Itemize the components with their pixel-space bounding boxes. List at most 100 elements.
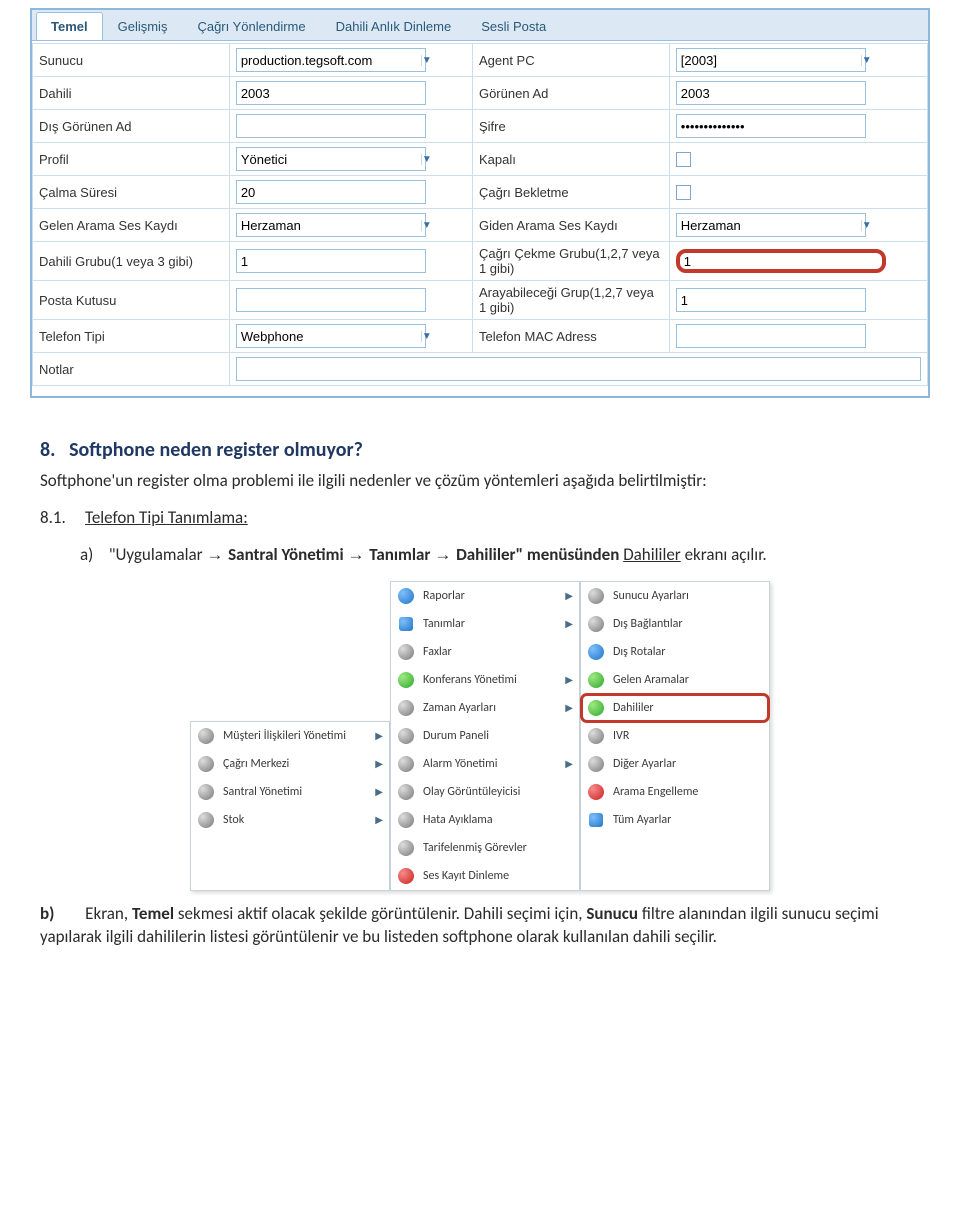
menu-item[interactable]: Faxlar bbox=[391, 638, 579, 666]
menu-item[interactable]: Ses Kayıt Dinleme bbox=[391, 862, 579, 890]
field-arayagrp[interactable] bbox=[676, 288, 866, 312]
field-gidenses[interactable]: ▼ bbox=[676, 213, 866, 237]
dropdown-icon[interactable]: ▼ bbox=[861, 220, 872, 231]
input-cagricek[interactable] bbox=[680, 252, 882, 271]
menu-col-a: Müşteri İlişkileri Yönetimi▶Çağrı Merkez… bbox=[190, 721, 390, 891]
field-disgorunen[interactable] bbox=[236, 114, 426, 138]
menu-item[interactable]: IVR bbox=[581, 722, 769, 750]
tab-temel[interactable]: Temel bbox=[36, 12, 103, 40]
input-agentpc[interactable] bbox=[677, 51, 861, 70]
menu-item[interactable]: Tüm Ayarlar bbox=[581, 806, 769, 834]
field-agentpc[interactable]: ▼ bbox=[676, 48, 866, 72]
field-sunucu[interactable]: ▼ bbox=[236, 48, 426, 72]
input-telefontipi[interactable] bbox=[237, 327, 421, 346]
field-sifre[interactable] bbox=[676, 114, 866, 138]
tab-cagri-yonlendirme[interactable]: Çağrı Yönlendirme bbox=[182, 12, 320, 40]
item-a-3: Tanımlar bbox=[369, 544, 430, 565]
menu-label: Santral Yönetimi bbox=[223, 785, 367, 799]
checkbox-cagribek[interactable] bbox=[676, 185, 691, 200]
tab-dahili-anlik-dinleme[interactable]: Dahili Anlık Dinleme bbox=[321, 12, 467, 40]
tab-gelismis[interactable]: Gelişmiş bbox=[103, 12, 183, 40]
menu-item[interactable]: Dış Rotalar bbox=[581, 638, 769, 666]
field-telmac[interactable] bbox=[676, 324, 866, 348]
dropdown-icon[interactable]: ▼ bbox=[861, 55, 872, 66]
input-sifre[interactable] bbox=[677, 117, 865, 136]
item-a-2: Santral Yönetimi bbox=[228, 544, 344, 565]
input-dahili[interactable] bbox=[237, 84, 425, 103]
field-dahili[interactable] bbox=[236, 81, 426, 105]
menu-item[interactable]: Olay Görüntüleyicisi bbox=[391, 778, 579, 806]
menu-item[interactable]: Santral Yönetimi▶ bbox=[191, 778, 389, 806]
menu-icon bbox=[587, 755, 605, 773]
menu-item[interactable]: Sunucu Ayarları bbox=[581, 582, 769, 610]
input-posta[interactable] bbox=[237, 291, 425, 310]
menu-icon bbox=[587, 587, 605, 605]
input-notlar[interactable] bbox=[237, 358, 920, 380]
tab-sesli-posta[interactable]: Sesli Posta bbox=[466, 12, 561, 40]
label-kapali: Kapalı bbox=[472, 143, 669, 176]
field-calma[interactable] bbox=[236, 180, 426, 204]
item-b-lead: b) bbox=[40, 903, 54, 924]
field-profil[interactable]: ▼ bbox=[236, 147, 426, 171]
dropdown-icon[interactable]: ▼ bbox=[421, 154, 432, 165]
input-disgorunen[interactable] bbox=[237, 117, 425, 136]
menu-icon bbox=[197, 783, 215, 801]
menu-label: Dış Bağlantılar bbox=[613, 617, 763, 631]
item-b: b) Ekran, Temel sekmesi aktif olacak şek… bbox=[40, 903, 920, 949]
item-a: a) "Uygulamalar → Santral Yönetimi → Tan… bbox=[80, 544, 920, 567]
field-telefontipi[interactable]: ▼ bbox=[236, 324, 426, 348]
menu-item[interactable]: Tanımlar▶ bbox=[391, 610, 579, 638]
menu-item[interactable]: Çağrı Merkezi▶ bbox=[191, 750, 389, 778]
field-posta[interactable] bbox=[236, 288, 426, 312]
label-gorunenad: Görünen Ad bbox=[472, 77, 669, 110]
field-cagricek[interactable] bbox=[676, 249, 886, 273]
menu-item[interactable]: Müşteri İlişkileri Yönetimi▶ bbox=[191, 722, 389, 750]
dropdown-icon[interactable]: ▼ bbox=[421, 331, 432, 342]
menu-label: Olay Görüntüleyicisi bbox=[423, 785, 573, 799]
input-gidenses[interactable] bbox=[677, 216, 861, 235]
menu-item[interactable]: Durum Paneli bbox=[391, 722, 579, 750]
menu-label: Raporlar bbox=[423, 589, 557, 603]
input-profil[interactable] bbox=[237, 150, 421, 169]
menu-label: Zaman Ayarları bbox=[423, 701, 557, 715]
menu-item[interactable]: Konferans Yönetimi▶ bbox=[391, 666, 579, 694]
field-notlar[interactable] bbox=[236, 357, 921, 381]
menu-item[interactable]: Stok▶ bbox=[191, 806, 389, 834]
chevron-right-icon: ▶ bbox=[565, 673, 573, 686]
menu-cascade: Müşteri İlişkileri Yönetimi▶Çağrı Merkez… bbox=[40, 581, 920, 891]
menu-item[interactable]: Alarm Yönetimi▶ bbox=[391, 750, 579, 778]
menu-icon bbox=[397, 811, 415, 829]
menu-label: Ses Kayıt Dinleme bbox=[423, 869, 573, 883]
item-a-1: "Uygulamalar bbox=[109, 544, 203, 565]
menu-item[interactable]: Hata Ayıklama bbox=[391, 806, 579, 834]
menu-label: Hata Ayıklama bbox=[423, 813, 573, 827]
menu-item[interactable]: Dış Bağlantılar bbox=[581, 610, 769, 638]
checkbox-kapali[interactable] bbox=[676, 152, 691, 167]
input-arayagrp[interactable] bbox=[677, 291, 865, 310]
input-dahiligrp[interactable] bbox=[237, 252, 425, 271]
menu-item[interactable]: Zaman Ayarları▶ bbox=[391, 694, 579, 722]
menu-label: Tarifelenmiş Görevler bbox=[423, 841, 573, 855]
menu-item[interactable]: Tarifelenmiş Görevler bbox=[391, 834, 579, 862]
dropdown-icon[interactable]: ▼ bbox=[421, 55, 432, 66]
menu-item[interactable]: Raporlar▶ bbox=[391, 582, 579, 610]
menu-icon bbox=[587, 671, 605, 689]
field-gorunenad[interactable] bbox=[676, 81, 866, 105]
form-panel: Temel Gelişmiş Çağrı Yönlendirme Dahili … bbox=[30, 8, 930, 398]
menu-item[interactable]: Arama Engelleme bbox=[581, 778, 769, 806]
input-calma[interactable] bbox=[237, 183, 425, 202]
menu-item[interactable]: Gelen Aramalar bbox=[581, 666, 769, 694]
field-dahiligrp[interactable] bbox=[236, 249, 426, 273]
intro-para: Softphone'un register olma problemi ile … bbox=[40, 470, 920, 493]
input-telmac[interactable] bbox=[677, 327, 865, 346]
field-gelenses[interactable]: ▼ bbox=[236, 213, 426, 237]
input-sunucu[interactable] bbox=[237, 51, 421, 70]
menu-label: Diğer Ayarlar bbox=[613, 757, 763, 771]
menu-item[interactable]: Dahililer bbox=[581, 694, 769, 722]
input-gorunenad[interactable] bbox=[677, 84, 865, 103]
menu-icon bbox=[397, 867, 415, 885]
input-gelenses[interactable] bbox=[237, 216, 421, 235]
label-dahiligrp: Dahili Grubu(1 veya 3 gibi) bbox=[33, 242, 230, 281]
menu-item[interactable]: Diğer Ayarlar bbox=[581, 750, 769, 778]
dropdown-icon[interactable]: ▼ bbox=[421, 220, 432, 231]
